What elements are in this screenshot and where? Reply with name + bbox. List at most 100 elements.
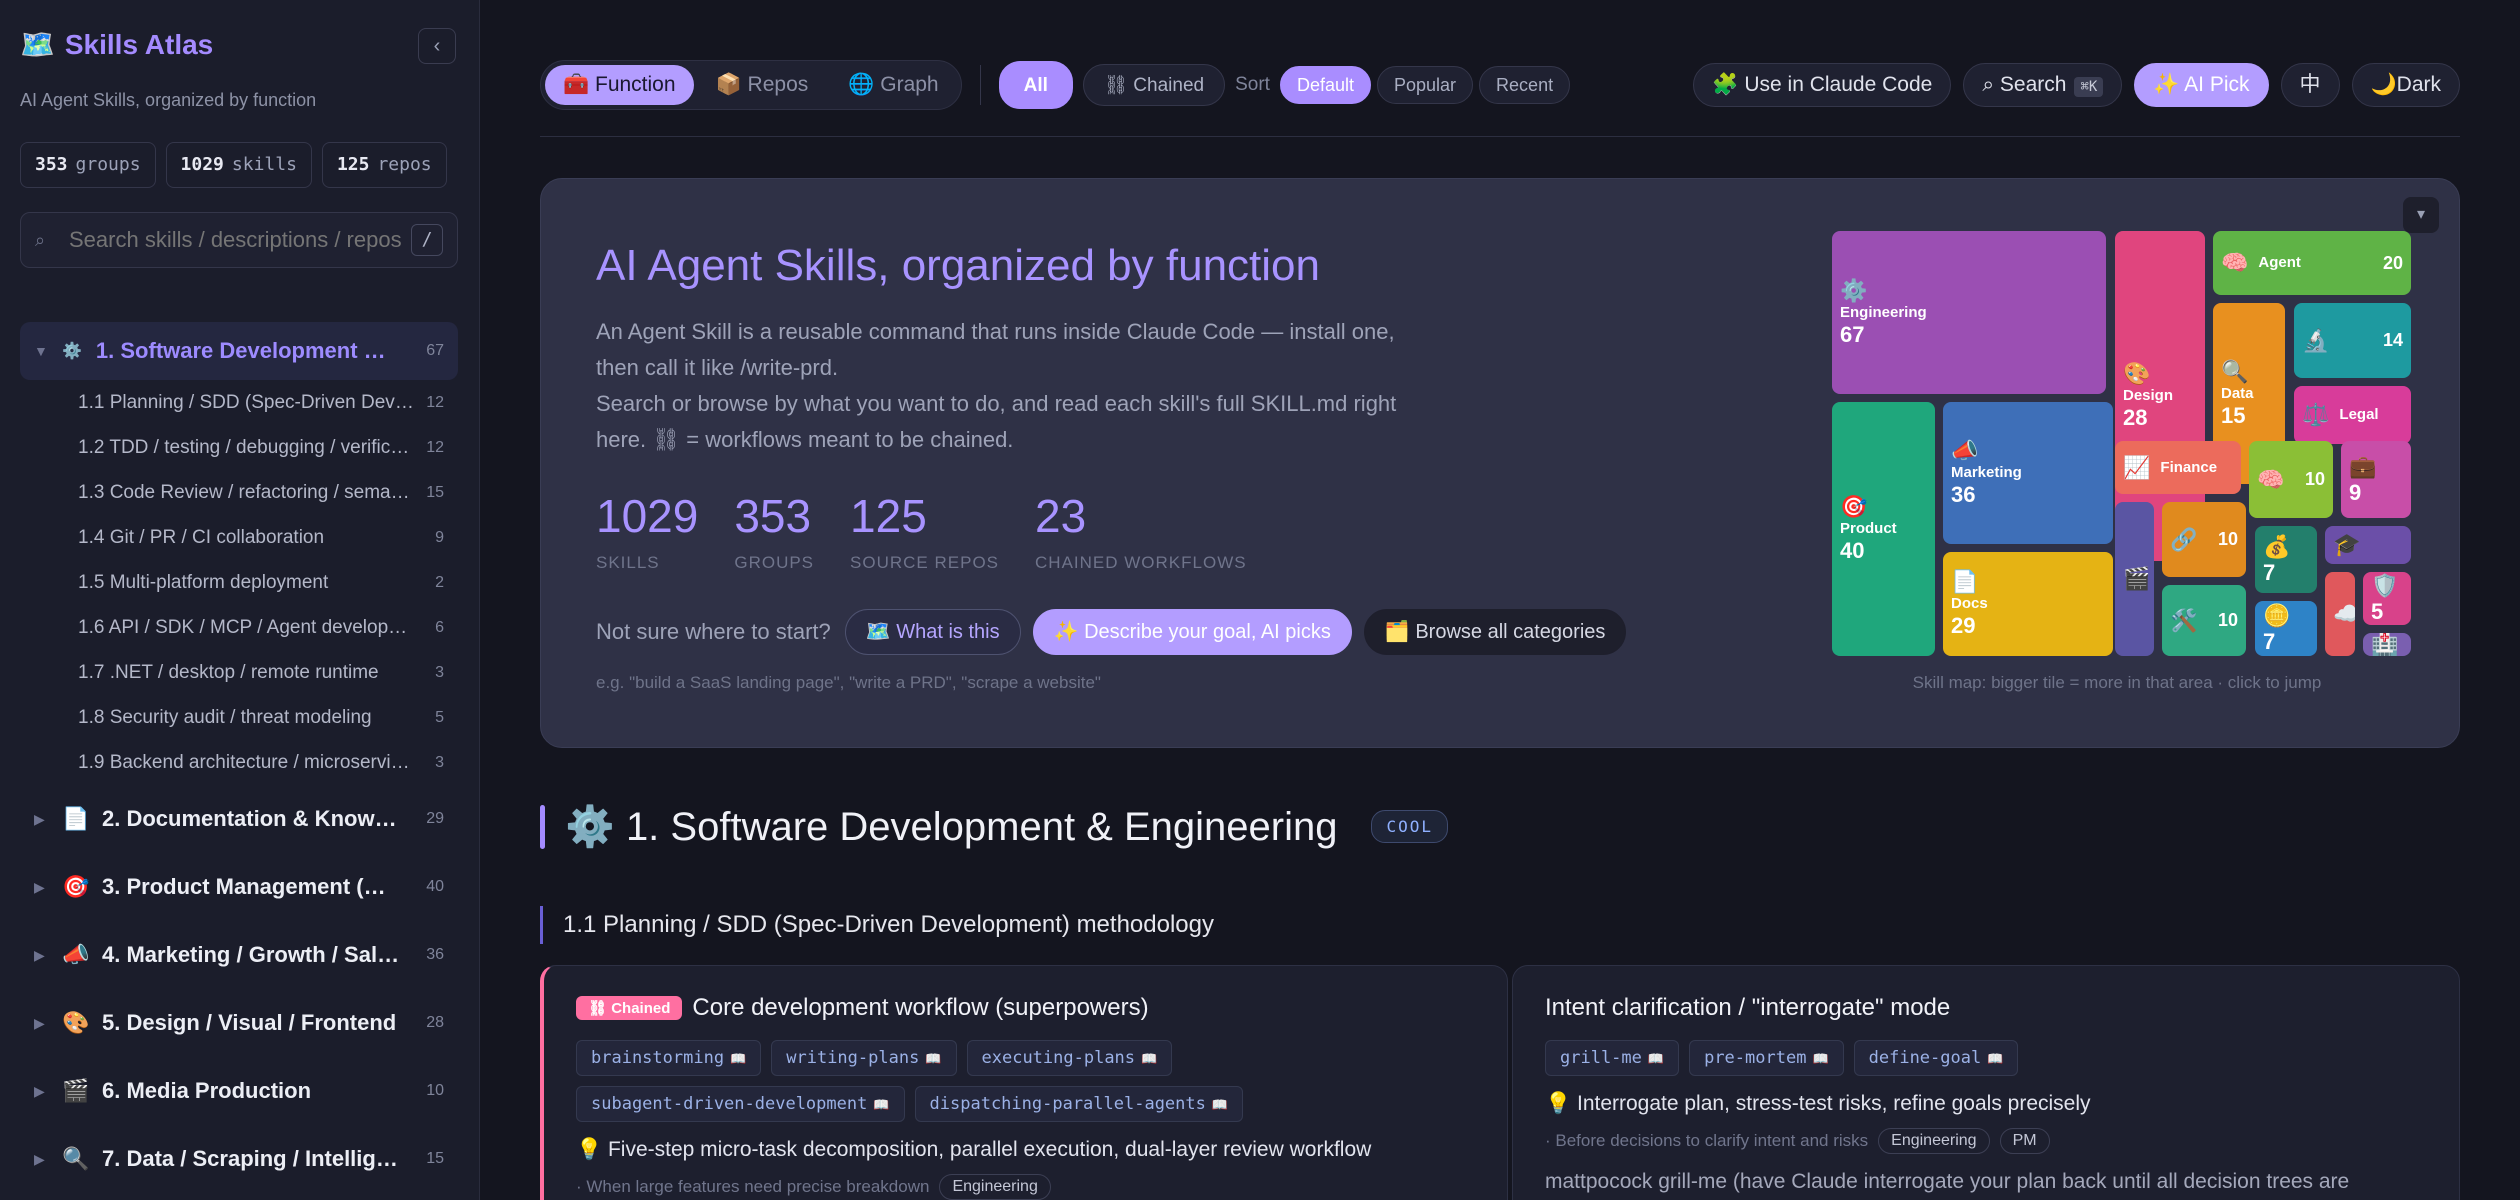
nav-category[interactable]: ▶ 🔍 7. Data / Scraping / Intelligence 15 — [20, 1125, 458, 1193]
subsection-accent-bar — [540, 906, 543, 944]
treemap-tile-money[interactable]: 💰 7 — [2255, 526, 2317, 593]
sort-recent-button[interactable]: Recent — [1479, 66, 1571, 104]
nav-category-label: 1. Software Development & Engineering — [95, 338, 400, 363]
treemap-tile-edu[interactable]: 🎓 — [2325, 526, 2411, 564]
treemap-tile-legal[interactable]: ⚖️ Legal — [2294, 386, 2411, 444]
filter-chained-button[interactable]: ⛓ Chained — [1082, 64, 1226, 106]
skill-chip[interactable]: writing-plans 📖 — [771, 1040, 957, 1076]
category-icon: 🎯 — [62, 874, 90, 899]
nav-subcategory[interactable]: 1.6 API / SDK / MCP / Agent development 6 — [20, 605, 458, 650]
chevron-right-icon: ▶ — [34, 1014, 45, 1031]
tile-label: Docs — [1951, 595, 1988, 612]
filter-all-button[interactable]: All — [998, 61, 1073, 109]
theme-toggle-button[interactable]: 🌙Dark — [2351, 63, 2460, 107]
brand[interactable]: 🗺️ Skills Atlas — [20, 28, 213, 61]
use-in-claude-code-button[interactable]: 🧩 Use in Claude Code — [1693, 63, 1952, 107]
nav-subcategory[interactable]: 1.3 Code Review / refactoring / semantic… — [20, 470, 458, 515]
nav-subcategory-count: 12 — [426, 438, 444, 456]
skill-chip[interactable]: define-goal 📖 — [1853, 1040, 2019, 1076]
nav-subcategory-label: 1.6 API / SDK / MCP / Agent development — [78, 616, 414, 638]
card-meta: · Before decisions to clarify intent and… — [1545, 1128, 2427, 1154]
edu-icon: 🎓 — [2333, 532, 2361, 557]
sort-popular-button[interactable]: Popular — [1377, 66, 1474, 104]
language-toggle-button[interactable]: 中 — [2280, 63, 2340, 107]
treemap-tile-biz[interactable]: 💼 9 — [2341, 441, 2411, 518]
tab-graph[interactable]: 🌐 Graph — [830, 65, 956, 105]
divider — [979, 65, 981, 105]
nav-category[interactable]: ▶ 📄 2. Documentation & Knowledge Managemen… — [20, 785, 458, 853]
subsection-title: 1.1 Planning / SDD (Spec-Driven Developm… — [563, 911, 1214, 938]
nav-subcategory[interactable]: 1.9 Backend architecture / microservices… — [20, 740, 458, 785]
treemap-tile-link[interactable]: 🔗 10 — [2162, 502, 2246, 577]
treemap-tile-marketing[interactable]: 📣 Marketing 36 — [1943, 402, 2113, 544]
stat-groups: 353 groups — [20, 142, 156, 188]
stat-repos: 125 repos — [321, 142, 447, 188]
global-search-button[interactable]: ⌕ Search ⌘K — [1963, 63, 2123, 107]
treemap-tile-agent[interactable]: 🧠 Agent 20 — [2213, 231, 2411, 295]
nav-subcategory[interactable]: 1.2 TDD / testing / debugging / verifica… — [20, 425, 458, 470]
sort-label: Sort — [1235, 74, 1270, 95]
book-icon: 📖 — [1141, 1052, 1158, 1067]
treemap-tile-product[interactable]: 🎯 Product 40 — [1832, 402, 1935, 656]
treemap-tile-eng[interactable]: ⚙️ Engineering 67 — [1832, 231, 2106, 394]
nav-category[interactable]: ▶ 🎯 3. Product Management (PM) 40 — [20, 853, 458, 921]
category-icon: 🎬 — [62, 1078, 90, 1103]
collapse-sidebar-button[interactable]: ‹ — [418, 28, 456, 64]
nav-subcategory[interactable]: 1.1 Planning / SDD (Spec-Driven Developm… — [20, 380, 458, 425]
tile-count: 14 — [2382, 330, 2403, 350]
skill-chip[interactable]: brainstorming 📖 — [576, 1040, 762, 1076]
toolbar-actions: 🧩 Use in Claude Code ⌕ Search ⌘K ✨ AI Pic… — [1693, 63, 2460, 107]
skill-card-superpowers[interactable]: ⛓ Chained Core development workflow (supe… — [540, 965, 1508, 1200]
sort-default-button[interactable]: Default — [1279, 66, 1371, 104]
main-content: 🧰 Function 📦 Repos 🌐 Graph All ⛓ Chained… — [480, 0, 2520, 1200]
search-input[interactable] — [69, 227, 411, 253]
tab-repos[interactable]: 📦 Repos — [698, 65, 827, 105]
treemap-tile-coin[interactable]: 🪙 7 — [2255, 601, 2317, 656]
tile-count: 5 — [2371, 598, 2384, 624]
treemap-tile-brain[interactable]: 🧠 10 — [2249, 441, 2333, 518]
collapse-hero-button[interactable]: ▾ — [2403, 197, 2439, 233]
nav-subcategory-count: 3 — [435, 753, 444, 771]
treemap-tile-cloud[interactable]: ☁️ — [2325, 572, 2355, 656]
treemap-tile-hosp[interactable]: 🏥 — [2363, 633, 2411, 656]
top-toolbar: 🧰 Function 📦 Repos 🌐 Graph All ⛓ Chained… — [540, 60, 2460, 110]
ai-pick-button[interactable]: ✨ AI Pick — [2134, 63, 2269, 107]
nav-subcategory[interactable]: 1.5 Multi-platform deployment 2 — [20, 560, 458, 605]
nav-category[interactable]: ▶ 🎨 5. Design / Visual / Frontend 28 — [20, 989, 458, 1057]
describe-goal-button[interactable]: ✨ Describe your goal, AI picks — [1032, 609, 1352, 655]
sci-icon: 🔬 — [2302, 327, 2330, 353]
nav-category-count: 10 — [426, 1082, 444, 1099]
skill-chip[interactable]: dispatching-parallel-agents 📖 — [914, 1086, 1244, 1122]
skill-chip[interactable]: grill-me 📖 — [1545, 1040, 1680, 1076]
hero-stat-skills: 1029 SKILLS — [596, 490, 699, 572]
treemap-tile-tools[interactable]: 🛠️ 10 — [2162, 585, 2246, 656]
nav-category[interactable]: ▶ 📣 4. Marketing / Growth / Sales 36 — [20, 921, 458, 989]
treemap-tile-finance[interactable]: 📈 Finance — [2115, 441, 2241, 494]
skill-chip[interactable]: executing-plans 📖 — [966, 1040, 1173, 1076]
tag-engineering[interactable]: Engineering — [1878, 1128, 1990, 1154]
nav-subcategory[interactable]: 1.7 .NET / desktop / remote runtime 3 — [20, 650, 458, 695]
treemap-tile-shield[interactable]: 🛡️ 5 — [2363, 572, 2411, 625]
treemap-tile-sci[interactable]: 🔬 14 — [2294, 303, 2411, 378]
skill-chip[interactable]: subagent-driven-development 📖 — [576, 1086, 905, 1122]
section-tag: COOL — [1371, 810, 1448, 843]
treemap-tile-docs[interactable]: 📄 Docs 29 — [1943, 552, 2113, 656]
nav-category-software-dev[interactable]: ▼ ⚙️ 1. Software Development & Engineeri… — [20, 322, 458, 380]
browse-categories-button[interactable]: 🗂️ Browse all categories — [1363, 609, 1627, 655]
nav-subcategory[interactable]: 1.8 Security audit / threat modeling 5 — [20, 695, 458, 740]
search-kbd: ⌘K — [2074, 77, 2104, 97]
skill-card-intent-clarification[interactable]: Intent clarification / "interrogate" mod… — [1512, 965, 2460, 1200]
hero-hint: e.g. "build a SaaS landing page", "write… — [596, 673, 1101, 692]
treemap-tile-media[interactable]: 🎬 — [2115, 502, 2154, 656]
tagline: AI Agent Skills, organized by function — [20, 90, 317, 110]
nav-subcategory[interactable]: 1.4 Git / PR / CI collaboration 9 — [20, 515, 458, 560]
skill-chip[interactable]: pre-mortem 📖 — [1689, 1040, 1844, 1076]
book-icon: 📖 — [925, 1052, 942, 1067]
nav-subcategory-count: 12 — [426, 393, 444, 411]
nav-category[interactable]: ▶ 🎬 6. Media Production 10 — [20, 1057, 458, 1125]
what-is-this-button[interactable]: 🗺️ What is this — [844, 609, 1021, 655]
tag-engineering[interactable]: Engineering — [939, 1174, 1051, 1200]
nav-subcategory-count: 9 — [435, 528, 444, 546]
tag-pm[interactable]: PM — [1999, 1128, 2050, 1154]
tab-function[interactable]: 🧰 Function — [545, 65, 694, 105]
